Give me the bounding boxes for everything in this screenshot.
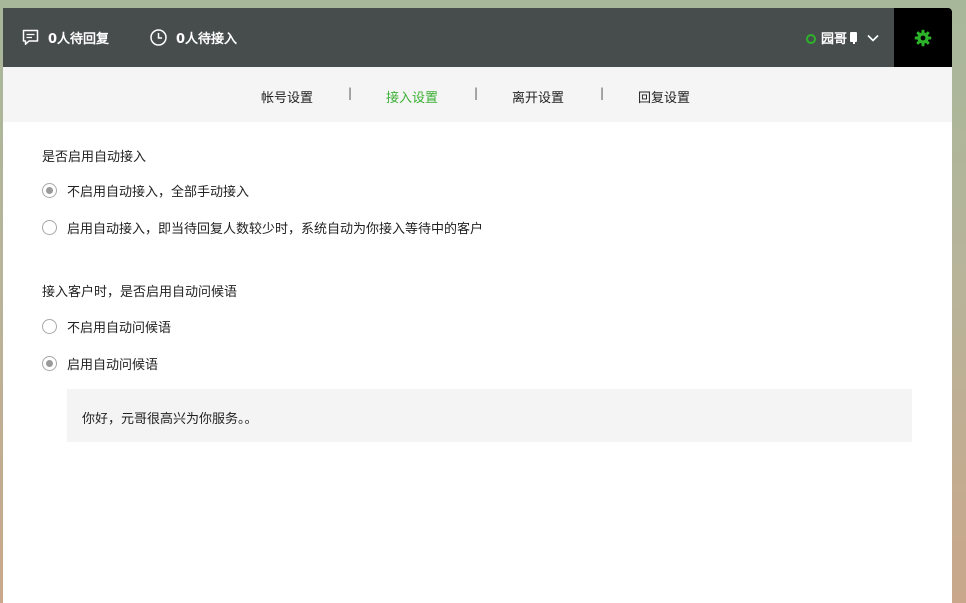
auto-greeting-option-on[interactable]: 启用自动问候语 [42, 354, 158, 373]
pending-accept-text: 0人待接入 [176, 32, 238, 47]
user-name: 园哥 [820, 32, 847, 47]
auto-accept-title: 是否启用自动接入 [42, 150, 147, 165]
greeting-message-field[interactable]: 你好，元哥很高兴为你服务。。 [67, 389, 912, 442]
user-menu[interactable]: 园哥 [805, 8, 879, 67]
pending-accept-counter[interactable]: 0人待接入 [149, 8, 237, 67]
tab-access-settings[interactable]: 接入设置 [386, 87, 438, 106]
option-label: 不启用自动接入，全部手动接入 [67, 185, 250, 200]
pending-reply-counter[interactable]: 0人待回复 [21, 8, 109, 67]
option-label: 启用自动接入，即当待回复人数较少时，系统自动为你接入等待中的客户 [67, 222, 484, 237]
settings-tabs: 帐号设置 | 接入设置 | 离开设置 | 回复设置 [3, 67, 952, 122]
radio-button[interactable] [42, 220, 57, 235]
auto-greeting-title: 接入客户时，是否启用自动问候语 [42, 285, 238, 300]
tab-separator: | [348, 86, 353, 100]
gear-icon [914, 29, 932, 46]
settings-window: 0人待回复 0人待接入 园哥 帐号设置 | 接入设置 | 离开设置 | 回复设置… [3, 8, 952, 603]
clock-icon [150, 29, 167, 46]
tab-reply-settings[interactable]: 回复设置 [638, 87, 690, 106]
chevron-down-icon [867, 34, 879, 42]
settings-button[interactable] [894, 8, 952, 67]
option-label: 启用自动问候语 [67, 358, 159, 373]
chat-bubble-icon [22, 29, 39, 45]
radio-button[interactable] [42, 356, 57, 371]
tab-account-settings[interactable]: 帐号设置 [261, 87, 313, 106]
option-label: 不启用自动问候语 [67, 321, 172, 336]
radio-button[interactable] [42, 319, 57, 334]
tab-separator: | [600, 86, 605, 100]
tab-away-settings[interactable]: 离开设置 [512, 87, 564, 106]
radio-button[interactable] [42, 183, 57, 198]
auto-greeting-option-off[interactable]: 不启用自动问候语 [42, 317, 171, 336]
tab-separator: | [474, 86, 479, 100]
greeting-message-text: 你好，元哥很高兴为你服务。。 [82, 412, 258, 427]
online-status-icon [805, 33, 816, 44]
pending-reply-text: 0人待回复 [48, 32, 110, 47]
auto-accept-option-auto[interactable]: 启用自动接入，即当待回复人数较少时，系统自动为你接入等待中的客户 [42, 218, 483, 237]
auto-accept-option-manual[interactable]: 不启用自动接入，全部手动接入 [42, 181, 249, 200]
top-bar: 0人待回复 0人待接入 园哥 [3, 8, 952, 67]
device-icon [850, 31, 857, 44]
